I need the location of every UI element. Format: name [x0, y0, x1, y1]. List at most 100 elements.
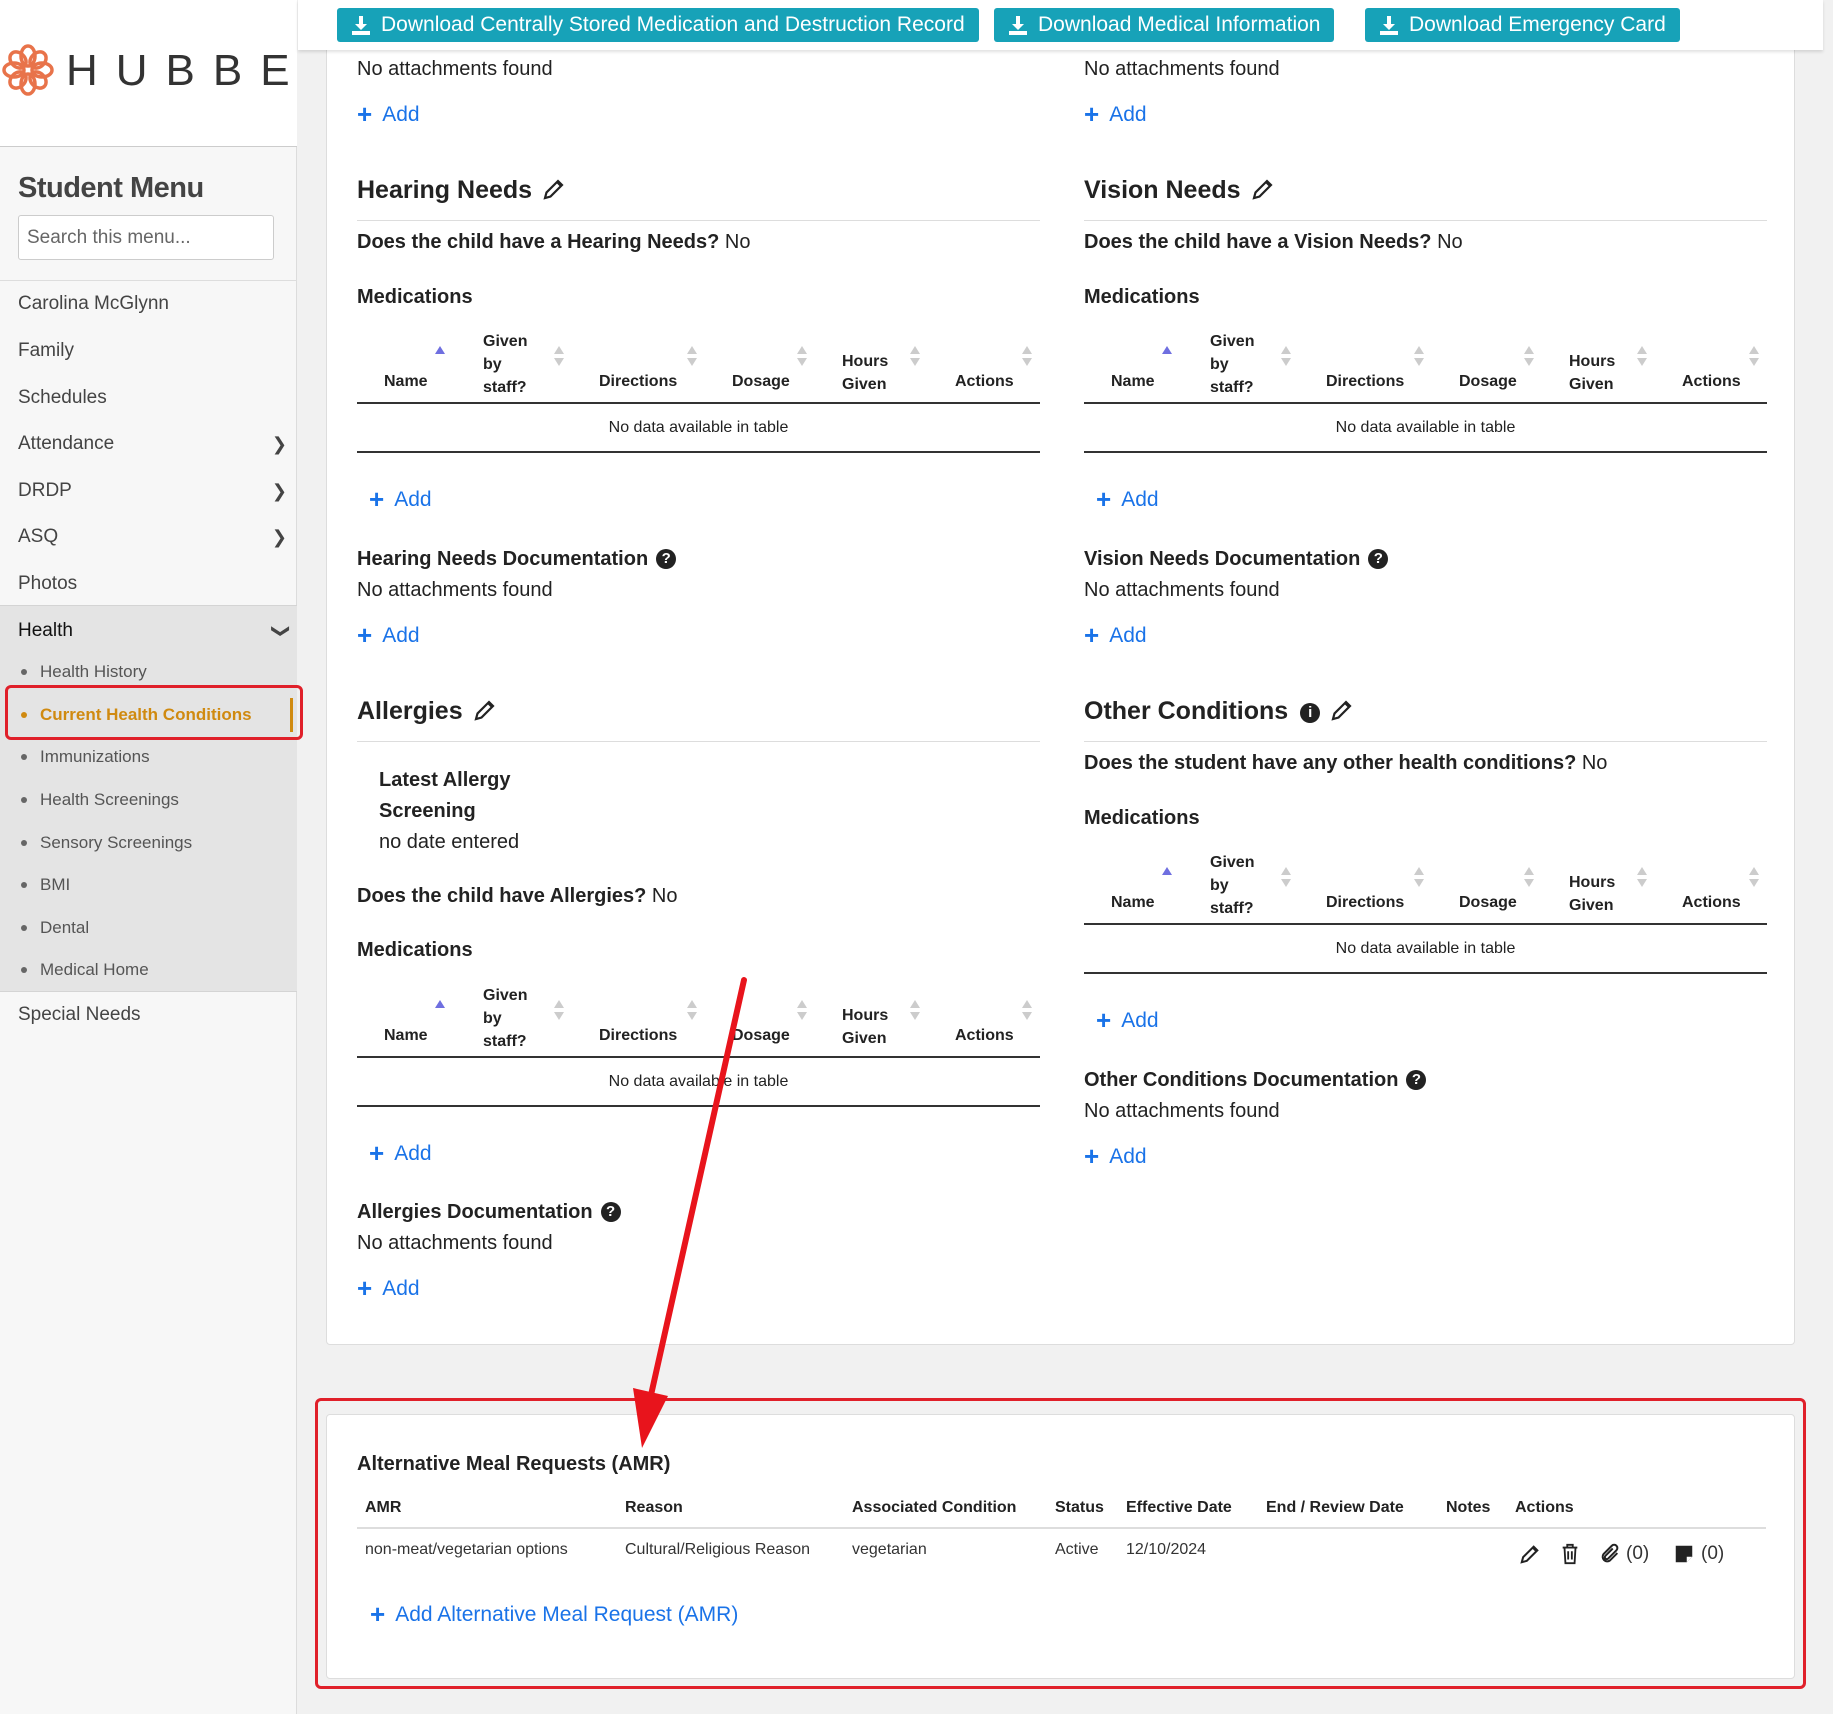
sort-icon[interactable]	[687, 1000, 697, 1022]
sort-icon[interactable]	[554, 346, 564, 368]
sort-icon[interactable]	[1022, 1000, 1032, 1022]
pencil-icon[interactable]	[1251, 177, 1275, 201]
column-header-dosage[interactable]: Dosage	[732, 370, 790, 393]
sidebar-item-asq[interactable]: ASQ ❯	[0, 514, 297, 560]
sidebar-item-drdp[interactable]: DRDP ❯	[0, 468, 297, 514]
pencil-icon[interactable]	[1330, 698, 1354, 722]
download-medical-info-button[interactable]: Download Medical Information	[994, 8, 1335, 42]
sort-icon[interactable]	[1281, 346, 1291, 368]
column-header-directions[interactable]: Directions	[1326, 891, 1404, 914]
column-header-name[interactable]: Name	[1111, 891, 1155, 914]
sort-asc-icon[interactable]	[435, 1000, 445, 1022]
sidebar-item-photos[interactable]: Photos	[0, 561, 297, 607]
sort-icon[interactable]	[687, 346, 697, 368]
column-header-dosage[interactable]: Dosage	[732, 1024, 790, 1047]
plus-icon: +	[357, 99, 373, 129]
sort-icon[interactable]	[1749, 867, 1759, 889]
sort-icon[interactable]	[554, 1000, 564, 1022]
add-attachment-button[interactable]: + Add	[1084, 99, 1147, 130]
column-header-name[interactable]: Name	[384, 370, 428, 393]
sort-asc-icon[interactable]	[1162, 867, 1172, 889]
help-icon[interactable]: ?	[1368, 549, 1389, 569]
download-medication-record-button[interactable]: Download Centrally Stored Medication and…	[337, 8, 979, 42]
sidebar-sub-sensory-screenings[interactable]: Sensory Screenings	[0, 823, 297, 863]
chevron-right-icon: ❯	[271, 434, 287, 454]
sidebar-sub-medical-home[interactable]: Medical Home	[0, 950, 297, 990]
medications-table: Name Given by staff? Directions Dosage Hou…	[1084, 324, 1767, 464]
help-icon[interactable]: ?	[1406, 1070, 1427, 1090]
sort-icon[interactable]	[1637, 867, 1647, 889]
column-header-hours-given[interactable]: Hours Given	[1569, 350, 1615, 396]
add-medication-button[interactable]: + Add	[369, 484, 432, 515]
sort-icon[interactable]	[1749, 346, 1759, 368]
column-header-name[interactable]: Name	[1111, 370, 1155, 393]
header-line: staff?	[1210, 379, 1254, 396]
sidebar-item-schedules[interactable]: Schedules	[0, 375, 297, 421]
sidebar-item-health[interactable]: Health ❯	[0, 608, 297, 654]
sort-icon[interactable]	[797, 346, 807, 368]
add-attachment-button[interactable]: + Add	[357, 620, 420, 651]
divider	[357, 741, 1040, 742]
sort-asc-icon[interactable]	[1162, 346, 1172, 368]
logo[interactable]: HUBBE	[0, 0, 297, 147]
pencil-icon[interactable]	[542, 177, 566, 201]
question-label: Does the child have Allergies?	[357, 885, 647, 907]
download-emergency-card-button[interactable]: Download Emergency Card	[1365, 8, 1680, 42]
sort-icon[interactable]	[1414, 346, 1424, 368]
column-header-actions[interactable]: Actions	[955, 1024, 1014, 1047]
column-header-directions[interactable]: Directions	[599, 1024, 677, 1047]
sort-icon[interactable]	[1281, 867, 1291, 889]
add-attachment-button[interactable]: + Add	[1084, 620, 1147, 651]
column-header-dosage[interactable]: Dosage	[1459, 891, 1517, 914]
sort-icon[interactable]	[910, 346, 920, 368]
sort-icon[interactable]	[1637, 346, 1647, 368]
add-medication-button[interactable]: + Add	[1096, 1005, 1159, 1036]
sidebar-sub-bmi[interactable]: BMI	[0, 865, 297, 905]
add-attachment-button[interactable]: + Add	[357, 99, 420, 130]
column-header-actions[interactable]: Actions	[1682, 370, 1741, 393]
sort-icon[interactable]	[1524, 867, 1534, 889]
column-header-actions[interactable]: Actions	[1682, 891, 1741, 914]
column-header-name[interactable]: Name	[384, 1024, 428, 1047]
sort-icon[interactable]	[1524, 346, 1534, 368]
attachments-status: No attachments found	[357, 579, 553, 601]
column-header-directions[interactable]: Directions	[1326, 370, 1404, 393]
sidebar-item-family[interactable]: Family	[0, 328, 297, 374]
column-header-given-by-staff[interactable]: Given by staff?	[1210, 330, 1254, 399]
add-medication-button[interactable]: + Add	[369, 1138, 432, 1169]
sidebar-item-student[interactable]: Carolina McGlynn	[0, 281, 297, 327]
sort-icon[interactable]	[1414, 867, 1424, 889]
column-header-given-by-staff[interactable]: Given by staff?	[483, 984, 527, 1053]
sidebar-sub-health-screenings[interactable]: Health Screenings	[0, 780, 297, 820]
add-medication-button[interactable]: + Add	[1096, 484, 1159, 515]
section-title: Allergies	[357, 697, 463, 725]
sort-asc-icon[interactable]	[435, 346, 445, 368]
add-attachment-button[interactable]: + Add	[1084, 1141, 1147, 1172]
help-icon[interactable]: ?	[600, 1202, 621, 1222]
sidebar-sub-dental[interactable]: Dental	[0, 908, 297, 948]
help-icon[interactable]: ?	[656, 549, 677, 569]
column-header-given-by-staff[interactable]: Given by staff?	[1210, 851, 1254, 920]
pencil-icon[interactable]	[473, 698, 497, 722]
column-header-actions[interactable]: Actions	[955, 370, 1014, 393]
menu-search-input[interactable]	[18, 215, 274, 260]
column-header-directions[interactable]: Directions	[599, 370, 677, 393]
column-header-dosage[interactable]: Dosage	[1459, 370, 1517, 393]
bullet-icon	[21, 967, 27, 973]
section-title: Other Conditions	[1084, 697, 1289, 725]
sidebar-item-special-needs[interactable]: Special Needs	[0, 992, 297, 1038]
info-icon[interactable]: i	[1300, 703, 1321, 723]
sort-icon[interactable]	[797, 1000, 807, 1022]
column-header-hours-given[interactable]: Hours Given	[842, 1004, 888, 1050]
column-header-hours-given[interactable]: Hours Given	[1569, 871, 1615, 917]
sidebar-sub-immunizations[interactable]: Immunizations	[0, 737, 297, 777]
column-header-hours-given[interactable]: Hours Given	[842, 350, 888, 396]
sidebar-item-attendance[interactable]: Attendance ❯	[0, 421, 297, 467]
column-header-given-by-staff[interactable]: Given by staff?	[483, 330, 527, 399]
sidebar-item-label: Attendance	[18, 433, 115, 454]
plus-icon: +	[1096, 484, 1112, 514]
sort-icon[interactable]	[1022, 346, 1032, 368]
sort-icon[interactable]	[910, 1000, 920, 1022]
add-attachment-button[interactable]: + Add	[357, 1273, 420, 1304]
sidebar-sub-label: BMI	[40, 875, 71, 894]
